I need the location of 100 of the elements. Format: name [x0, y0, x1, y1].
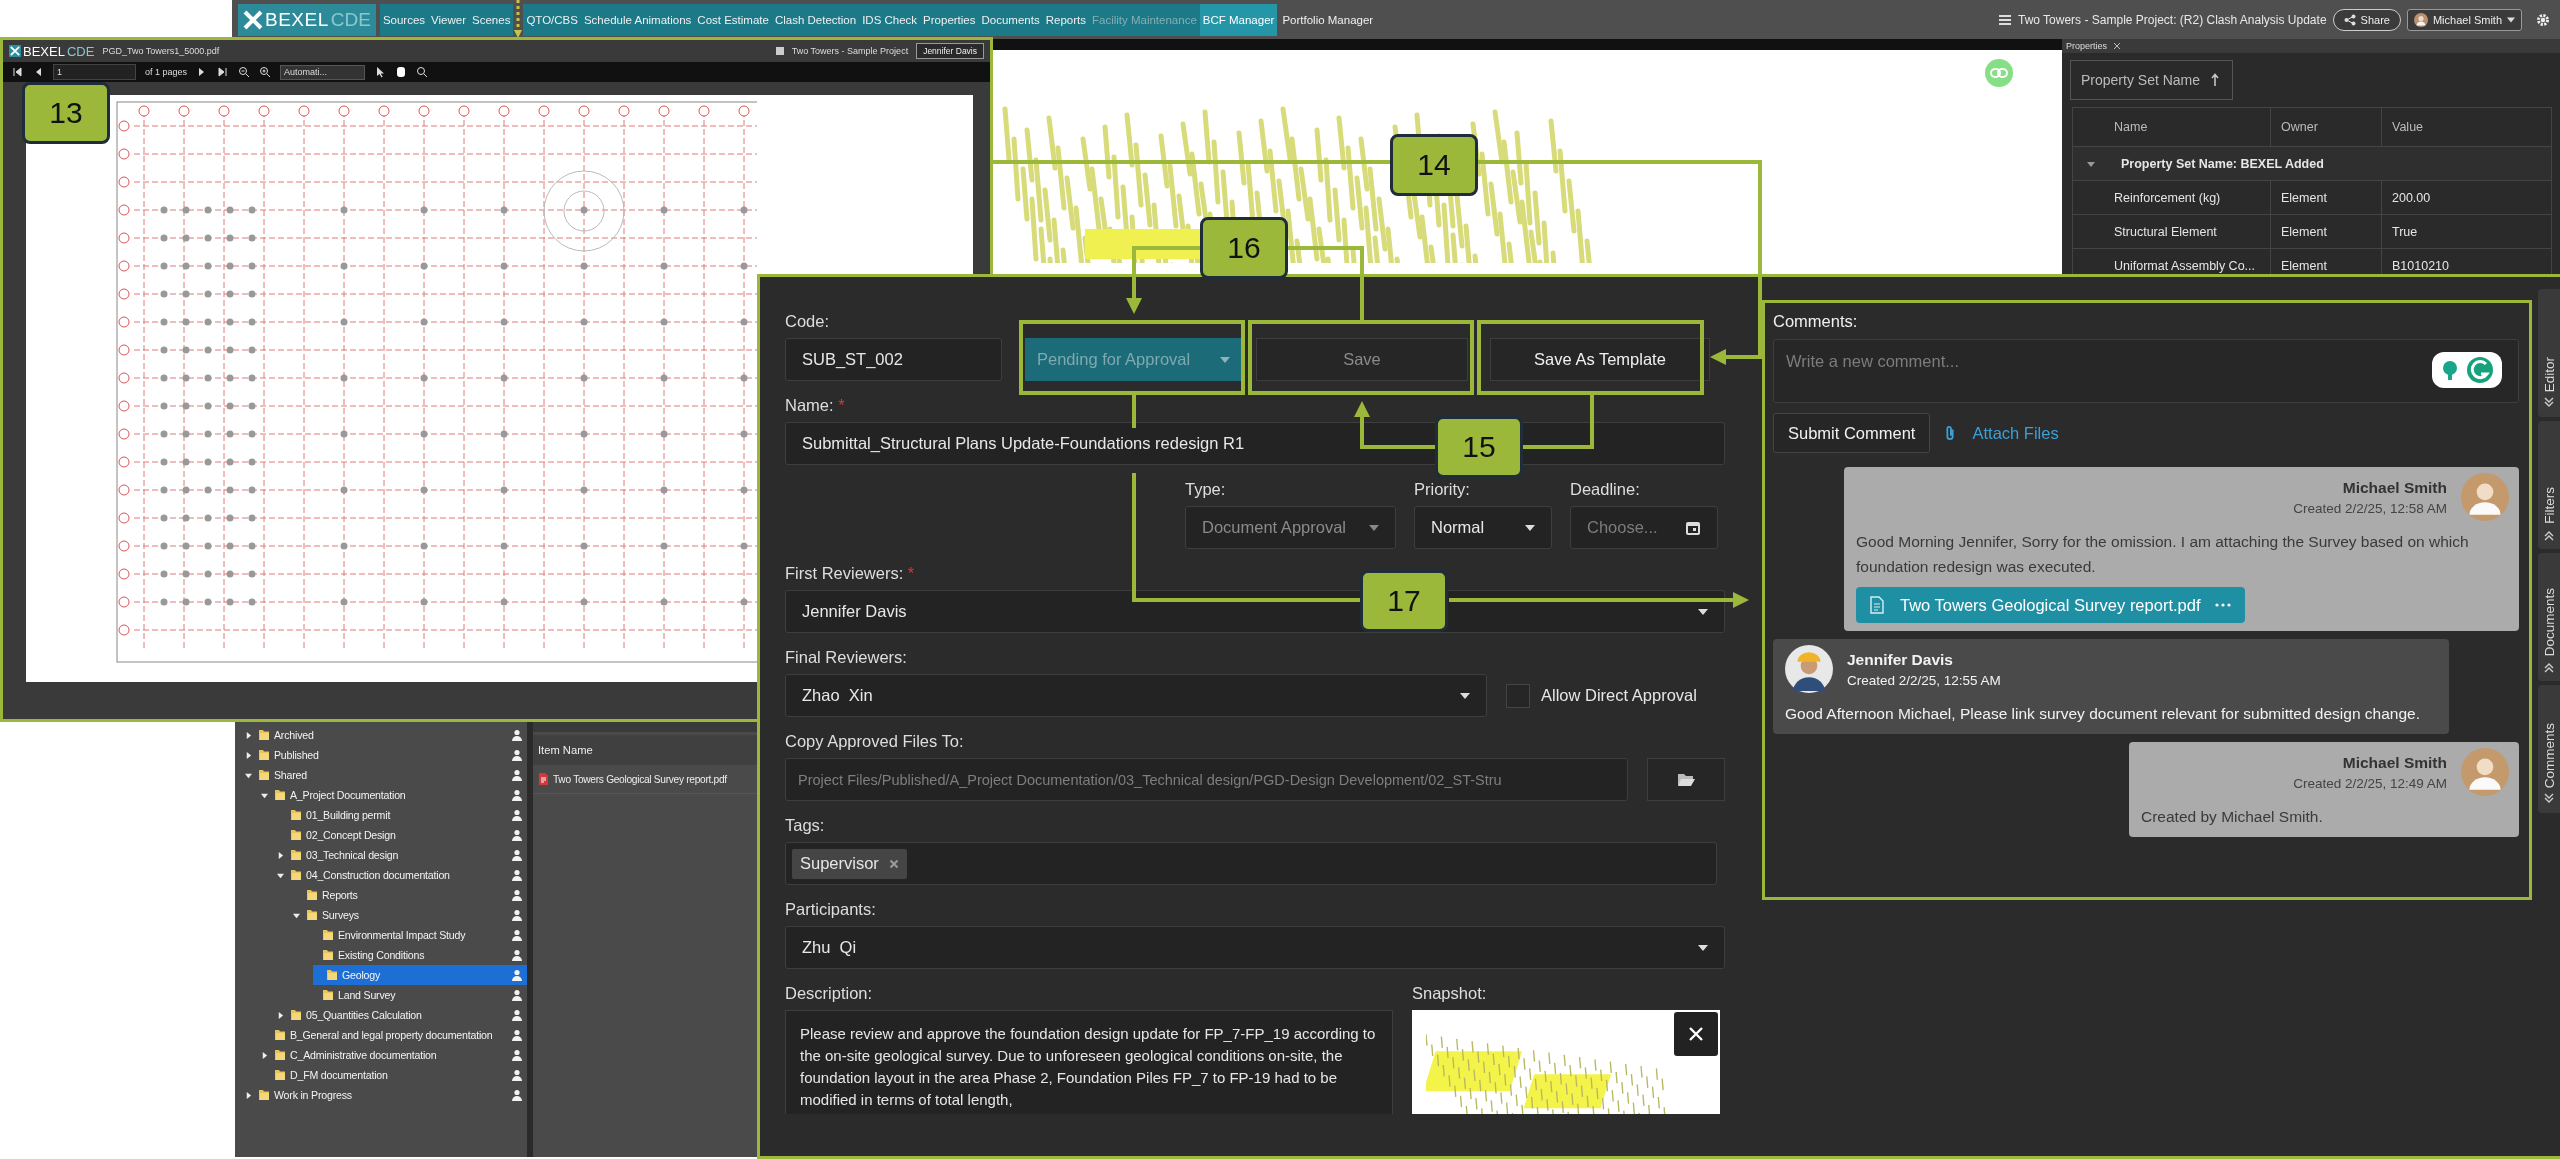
page-number-field[interactable]: 1 [53, 64, 136, 80]
tree-item[interactable]: Environmental Impact Study [235, 925, 527, 945]
column-header[interactable]: Name [2114, 120, 2270, 134]
comment-text: Good Morning Jennifer, Sorry for the omission. I am attaching the Survey based on which foundation redesign was executed. [1856, 532, 2470, 577]
tree-item[interactable]: 04_Construction documentation [235, 865, 527, 885]
tree-item[interactable]: Work in Progress [235, 1085, 527, 1105]
tree-item[interactable]: Surveys [235, 905, 527, 925]
user-menu[interactable]: Jennifer Davis [916, 43, 984, 59]
side-tab[interactable]: Comments [2538, 685, 2560, 813]
attach-link[interactable]: Attach Files [1942, 423, 2059, 443]
priority-dropdown[interactable]: Normal [1414, 506, 1552, 549]
side-tab[interactable]: Editor [2538, 289, 2560, 417]
field-label: Participants: [785, 899, 876, 919]
code-field[interactable]: SUB_ST_002 [785, 338, 1002, 381]
field-label: Type: [1185, 479, 1226, 499]
nav-tab[interactable]: Sources [379, 3, 429, 36]
nav-tab[interactable]: BCF Manager [1199, 3, 1278, 36]
tree-item[interactable]: Land Survey [235, 985, 527, 1005]
field-label: Copy Approved Files To: [785, 731, 964, 751]
field-label: Snapshot: [1412, 983, 1487, 1003]
comment-text: Created by Michael Smith. [2141, 807, 2324, 827]
comment-author: Michael Smith [2342, 753, 2447, 772]
section-title: Comments: [1773, 311, 1859, 331]
field-label: Description: [785, 983, 873, 1003]
tree-item[interactable]: Existing Conditions [235, 945, 527, 965]
project-title: Two Towers - Sample Project: (R2) Clash Analysis Update [2018, 12, 2327, 27]
field-label: Name: * [785, 395, 845, 415]
field-label: Priority: [1414, 479, 1470, 499]
reviewers-dropdown[interactable]: Zhao Xin [785, 674, 1487, 717]
comment-date: Created 2/2/25, 12:49 AM [2293, 775, 2447, 791]
submit-button[interactable]: Submit Comment [1773, 413, 1931, 453]
callout-badge: 17 [1360, 570, 1448, 632]
tree-item[interactable]: Shared [235, 765, 527, 785]
table-cell: True [2381, 215, 2551, 248]
tree-item[interactable]: D_FM documentation [235, 1065, 527, 1085]
logo-text: BEXEL [265, 8, 329, 31]
tag-chip[interactable]: Supervisor [792, 848, 907, 879]
callout-badge: 15 [1435, 416, 1523, 478]
table-cell: Element [2270, 181, 2381, 214]
logo-suffix: CDE [330, 8, 371, 31]
field-label: Code: [785, 311, 830, 331]
side-tab[interactable]: Filters [2538, 421, 2560, 549]
participants-dropdown[interactable]: Zhu Qi [785, 926, 1725, 969]
checkbox-label[interactable]: Allow Direct Approval [1541, 686, 1697, 705]
table-cell-text: Structural Element [2114, 224, 2218, 239]
attachment-chip[interactable]: Two Towers Geological Survey report.pdf [1856, 587, 2245, 623]
tree-item[interactable]: A_Project Documentation [235, 785, 527, 805]
share-button[interactable]: Share [2332, 8, 2401, 31]
nav-link[interactable]: Portfolio Manager [1277, 3, 1379, 36]
table-cell: Element [2270, 215, 2381, 248]
comment-author: Jennifer Davis [1847, 650, 1953, 669]
nav-tab[interactable]: Scenes [469, 3, 514, 36]
nav-tab[interactable]: IDS Check [859, 3, 921, 36]
comment-input[interactable]: Write a new comment... [1773, 339, 2519, 403]
zoom-dropdown[interactable]: Automati... [280, 64, 366, 80]
nav-tab[interactable]: Viewer [428, 3, 470, 36]
callout-badge: 16 [1200, 217, 1288, 279]
save-template-button[interactable]: Save As Template [1490, 338, 1710, 381]
field-label: First Reviewers: * [785, 563, 915, 583]
tree-item[interactable]: 05_Quantities Calculation [235, 1005, 527, 1025]
nav-tab[interactable]: Properties [920, 3, 979, 36]
date-field[interactable]: Choose... [1570, 506, 1718, 549]
logo-text: BEXEL [23, 43, 65, 59]
group-row[interactable]: Property Set Name: BEXEL Added [2073, 147, 2551, 181]
tree-item[interactable]: Reports [235, 885, 527, 905]
comment-date: Created 2/2/25, 12:55 AM [1847, 672, 2001, 688]
tree-item[interactable]: C_Administrative documentation [235, 1045, 527, 1065]
tree-item[interactable]: B_General and legal property documentation [235, 1025, 527, 1045]
page-count: of 1 pages [145, 67, 188, 77]
app-logo[interactable]: BEXELCDE [238, 3, 376, 36]
user-menu[interactable]: Michael Smith [2406, 8, 2522, 31]
file-item[interactable]: Two Towers Geological Survey report.pdf [533, 765, 757, 794]
tree-item[interactable]: Geology [313, 965, 527, 985]
nav-tab[interactable]: Clash Detection [771, 3, 860, 36]
tags-field[interactable]: Supervisor [785, 842, 1717, 885]
project-title: Two Towers - Sample Project [791, 46, 909, 56]
column-header[interactable]: Value [2381, 108, 2551, 146]
tree-item[interactable]: Published [235, 745, 527, 765]
nav-tab[interactable]: Reports [1042, 3, 1089, 36]
sort-button[interactable]: Property Set Name [2070, 60, 2234, 100]
description-field[interactable]: Please review and approve the foundation design update for FP_7-FP_19 according to the on-site geological survey. Due to unforeseen geological conditions on-site, the foundation layout in the area Phase 2, Foundation Piles FP_7 to FP-19 had to be modified in terms of total length, [785, 1010, 1393, 1114]
table-cell: 200.00 [2381, 181, 2551, 214]
logo-suffix: CDE [66, 43, 95, 59]
nav-tab[interactable]: Documents [978, 3, 1043, 36]
field-label: Deadline: [1570, 479, 1640, 499]
callout-badge: 13 [22, 82, 110, 144]
nav-tab[interactable]: Cost Estimate [694, 3, 772, 36]
column-header[interactable]: Item Name [533, 735, 757, 765]
tree-item[interactable]: 02_Concept Design [235, 825, 527, 845]
side-tab[interactable]: Documents [2538, 553, 2560, 681]
panel-tab[interactable]: Properties [2066, 41, 2108, 51]
column-header[interactable]: Owner [2270, 108, 2381, 146]
callout-badge: 14 [1390, 134, 1478, 196]
nav-tab[interactable]: QTO/CBS [523, 3, 581, 36]
table-cell-text: Uniformat Assembly Co... [2114, 258, 2256, 273]
tree-item[interactable]: Archived [235, 725, 527, 745]
tree-item[interactable]: 03_Technical design [235, 845, 527, 865]
nav-tab[interactable]: Schedule Animations [580, 3, 695, 36]
comment-date: Created 2/2/25, 12:58 AM [2293, 500, 2447, 516]
tree-item[interactable]: 01_Building permit [235, 805, 527, 825]
